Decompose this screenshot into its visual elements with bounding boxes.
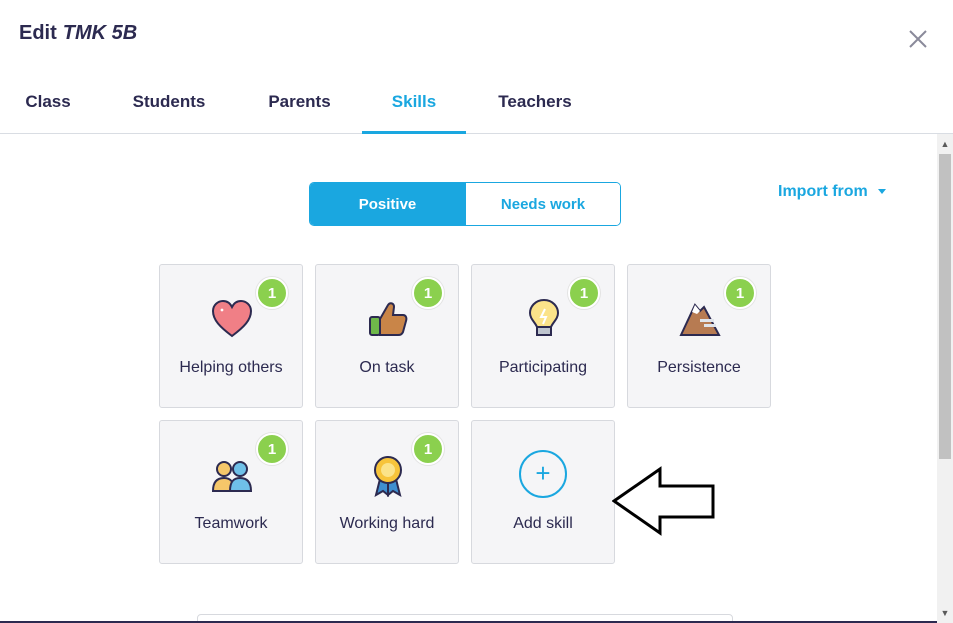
points-badge: 1 (256, 433, 288, 465)
points-badge: 1 (256, 277, 288, 309)
skill-card-persistence[interactable]: 1 Persistence (627, 264, 771, 408)
scroll-down-icon[interactable]: ▼ (937, 605, 953, 621)
skill-label: Helping others (179, 359, 283, 376)
skill-card-working-hard[interactable]: 1 Working hard (315, 420, 459, 564)
caret-down-icon (877, 189, 886, 195)
medal-icon (366, 453, 410, 498)
add-skill-label: Add skill (513, 515, 573, 532)
needs-work-toggle-button[interactable]: Needs work (465, 183, 620, 225)
scroll-thumb[interactable] (939, 154, 951, 459)
heart-icon (210, 297, 254, 341)
points-badge: 1 (412, 277, 444, 309)
skill-label: Teamwork (194, 515, 268, 532)
tab-parents[interactable]: Parents (266, 80, 333, 134)
skill-label: Working hard (339, 515, 435, 532)
modal-header: Edit TMK 5B Class Students Parents Skills… (0, 0, 953, 134)
skill-card-participating[interactable]: 1 Participating (471, 264, 615, 408)
skill-card-helping-others[interactable]: 1 Helping others (159, 264, 303, 408)
skill-card-teamwork[interactable]: 1 Teamwork (159, 420, 303, 564)
pointer-arrow-icon (612, 466, 715, 536)
positive-toggle-button[interactable]: Positive (310, 183, 465, 225)
plus-icon: + (519, 450, 567, 498)
import-from-dropdown[interactable]: Import from (778, 183, 886, 201)
skill-label: Participating (498, 359, 588, 376)
points-badge: 1 (724, 277, 756, 309)
tab-teachers[interactable]: Teachers (496, 80, 574, 134)
modal-title: Edit TMK 5B (19, 22, 137, 45)
mountain-icon (678, 297, 722, 341)
thumbs-up-icon (366, 297, 410, 341)
points-badge: 1 (568, 277, 600, 309)
people-icon (210, 453, 254, 497)
skill-label: Persistence (657, 359, 741, 376)
title-prefix: Edit (19, 22, 57, 44)
scroll-up-icon[interactable]: ▲ (937, 136, 953, 152)
vertical-scrollbar[interactable]: ▲ ▼ (937, 134, 953, 623)
import-from-label: Import from (778, 183, 868, 200)
lightbulb-icon (522, 297, 566, 341)
skill-card-on-task[interactable]: 1 On task (315, 264, 459, 408)
class-name: TMK 5B (62, 22, 138, 44)
skill-label: On task (359, 359, 415, 376)
tab-skills[interactable]: Skills (362, 80, 466, 134)
tab-students[interactable]: Students (130, 80, 208, 134)
points-badge: 1 (412, 433, 444, 465)
tab-class[interactable]: Class (24, 80, 72, 134)
skill-type-toggle: Positive Needs work (309, 182, 621, 226)
add-skill-button[interactable]: + Add skill (471, 420, 615, 564)
close-icon[interactable] (904, 25, 932, 53)
